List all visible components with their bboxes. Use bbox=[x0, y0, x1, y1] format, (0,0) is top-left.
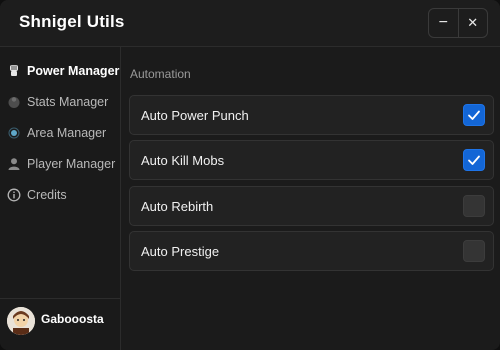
sidebar: Power Manager Stats Manager Area Manager… bbox=[0, 47, 121, 350]
checkbox-unchecked[interactable] bbox=[463, 240, 485, 262]
sidebar-item-label: Area Manager bbox=[27, 126, 107, 140]
toggle-label: Auto Kill Mobs bbox=[141, 153, 225, 168]
sidebar-item-label: Stats Manager bbox=[27, 95, 109, 109]
sidebar-item-player-manager[interactable]: Player Manager bbox=[0, 152, 120, 178]
info-icon bbox=[7, 188, 21, 202]
minimize-button[interactable]: − bbox=[429, 9, 458, 37]
avatar bbox=[7, 307, 35, 335]
section-title: Automation bbox=[130, 67, 191, 81]
player-icon bbox=[7, 157, 21, 171]
toggle-auto-prestige[interactable]: Auto Prestige bbox=[129, 231, 494, 271]
toggle-label: Auto Prestige bbox=[141, 244, 220, 259]
user-profile: Gabooosta bbox=[0, 298, 120, 350]
close-button[interactable]: ✕ bbox=[457, 9, 488, 37]
sidebar-item-credits[interactable]: Credits bbox=[0, 183, 120, 209]
checkbox-unchecked[interactable] bbox=[463, 195, 485, 217]
sidebar-item-stats-manager[interactable]: Stats Manager bbox=[0, 90, 120, 116]
title-bar: Shnigel Utils − ✕ bbox=[0, 0, 500, 47]
sidebar-item-label: Power Manager bbox=[27, 64, 120, 78]
fist-icon bbox=[7, 64, 21, 78]
sidebar-item-area-manager[interactable]: Area Manager bbox=[0, 121, 120, 147]
stats-icon bbox=[7, 95, 21, 109]
app-window: Shnigel Utils − ✕ Power Manager Stats Ma… bbox=[0, 0, 500, 350]
toggle-auto-kill-mobs[interactable]: Auto Kill Mobs bbox=[129, 140, 494, 180]
username: Gabooosta bbox=[41, 312, 104, 326]
checkmark-icon bbox=[468, 155, 480, 165]
sidebar-item-label: Credits bbox=[27, 188, 67, 202]
area-icon bbox=[7, 126, 21, 140]
main-panel: Automation Auto Power Punch Auto Kill Mo… bbox=[121, 47, 500, 350]
sidebar-item-power-manager[interactable]: Power Manager bbox=[0, 59, 120, 85]
toggle-label: Auto Power Punch bbox=[141, 108, 249, 123]
checkbox-checked[interactable] bbox=[463, 104, 485, 126]
sidebar-item-label: Player Manager bbox=[27, 157, 116, 171]
toggle-auto-power-punch[interactable]: Auto Power Punch bbox=[129, 95, 494, 135]
toggle-auto-rebirth[interactable]: Auto Rebirth bbox=[129, 186, 494, 226]
checkmark-icon bbox=[468, 110, 480, 120]
checkbox-checked[interactable] bbox=[463, 149, 485, 171]
window-title: Shnigel Utils bbox=[19, 12, 125, 31]
toggle-label: Auto Rebirth bbox=[141, 199, 214, 214]
window-controls: − ✕ bbox=[428, 8, 488, 38]
